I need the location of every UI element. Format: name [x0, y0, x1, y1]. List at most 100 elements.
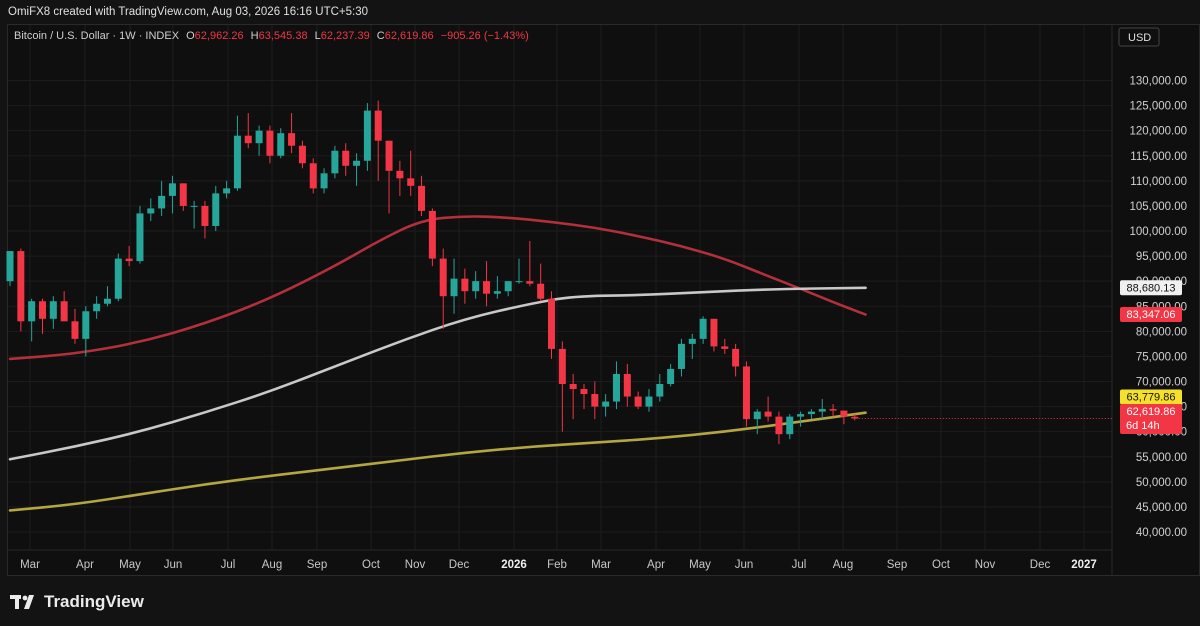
change-value: −905.26 (−1.43%): [440, 30, 529, 42]
time-tick-label: Feb: [547, 559, 567, 571]
price-tick-label: 45,000.00: [1136, 502, 1187, 514]
price-labels: 88,680.13 83,347.06 63,779.86 62,619.86 6d 1…: [858, 280, 1182, 434]
time-tick-label: Jun: [735, 559, 754, 571]
time-axis[interactable]: Mar Apr May Jun Jul Aug Sep Oct Nov Dec 2026 Feb Mar…: [8, 549, 1112, 571]
candle-body: [212, 193, 220, 226]
candle-body: [201, 205, 209, 226]
time-tick-label: Oct: [932, 559, 951, 571]
price-tick-label: 130,000.00: [1129, 76, 1187, 88]
price-tick-label: 40,000.00: [1136, 527, 1187, 539]
candle-body: [797, 414, 805, 417]
candle-body: [17, 251, 25, 322]
price-tick-label: 115,000.00: [1130, 151, 1187, 163]
time-tick-label: Dec: [449, 559, 470, 571]
candle-body: [60, 301, 68, 322]
price-tick-label: 105,000.00: [1129, 201, 1187, 213]
grid-lines: [8, 25, 1112, 550]
time-tick-label: Jun: [164, 559, 183, 571]
time-tick-label: Sep: [887, 559, 907, 571]
candle-body: [667, 368, 675, 385]
price-label-text: 83,347.06: [1127, 309, 1176, 321]
candle-body: [688, 338, 696, 344]
candle-body: [28, 301, 36, 322]
candle-body: [103, 298, 111, 304]
candle-body: [342, 150, 350, 166]
candle-body: [288, 133, 296, 146]
time-tick-label: Apr: [647, 559, 665, 571]
candle-body: [428, 210, 436, 259]
price-tick-label: 125,000.00: [1129, 101, 1187, 113]
candle-body: [742, 366, 750, 420]
candle-body: [125, 258, 133, 262]
candle-body: [374, 110, 382, 141]
brand-name: TradingView: [44, 592, 144, 611]
candle-body: [82, 311, 90, 339]
price-label-text: 88,680.13: [1127, 282, 1176, 294]
candle-body: [526, 281, 534, 284]
candle-body: [331, 150, 339, 174]
candle-body: [569, 384, 577, 390]
price-axis[interactable]: USD 130,000.00 125,000.00 120,000.00 115,000…: [1111, 25, 1187, 576]
low-value: 62,237.39: [320, 30, 370, 42]
time-tick-label: Aug: [262, 559, 282, 571]
tradingview-footer[interactable]: TradingView: [10, 591, 144, 613]
candle-body: [591, 394, 599, 407]
candle-body: [233, 135, 241, 189]
candle-body: [439, 258, 447, 297]
time-tick-label: Mar: [591, 559, 611, 571]
moving-average-line: [8, 411, 867, 512]
time-tick-label: 2026: [501, 559, 527, 571]
high-value: 63,545.38: [258, 30, 308, 42]
candle-body: [764, 411, 772, 417]
time-tick-label: Oct: [362, 559, 381, 571]
candle-body: [114, 258, 122, 299]
price-label-text: 63,779.86: [1127, 392, 1176, 404]
candle-body: [612, 373, 620, 402]
price-tick-label: 120,000.00: [1129, 126, 1187, 138]
price-tick-label: 55,000.00: [1136, 452, 1187, 464]
candle-body: [407, 178, 415, 186]
candles: [6, 100, 859, 445]
price-tick-label: 80,000.00: [1136, 326, 1187, 338]
candle-body: [93, 303, 101, 312]
candle-body: [298, 145, 306, 164]
candle-body: [818, 409, 826, 412]
time-tick-label: May: [689, 559, 711, 571]
candle-body: [656, 384, 664, 397]
price-tick-label: 100,000.00: [1129, 226, 1187, 238]
price-tick-label: 110,000.00: [1130, 176, 1187, 188]
candle-body: [493, 291, 501, 294]
candle-body: [775, 416, 783, 435]
bar-countdown: 6d 14h: [1126, 420, 1160, 432]
candle-body: [504, 281, 512, 292]
candle-body: [807, 411, 815, 415]
candle-body: [753, 411, 761, 420]
moving-average-line: [8, 286, 867, 461]
candle-body: [645, 396, 653, 407]
close-key: C: [376, 30, 385, 42]
candle-body: [190, 205, 198, 207]
candle-body: [558, 348, 566, 385]
candle-body: [580, 389, 588, 395]
candle-body: [396, 170, 404, 179]
candle-body: [623, 373, 631, 397]
candle-body: [38, 301, 46, 319]
candle-body: [309, 163, 317, 189]
time-tick-label: Apr: [76, 559, 94, 571]
close-value: 62,619.86: [384, 30, 434, 42]
price-tick-label: 70,000.00: [1136, 377, 1187, 389]
candle-body: [483, 281, 491, 294]
candle-body: [49, 301, 57, 319]
candle-body: [147, 208, 155, 214]
time-tick-label: Aug: [833, 559, 853, 571]
time-tick-label: Sep: [307, 559, 327, 571]
candlestick-chart[interactable]: USD 130,000.00 125,000.00 120,000.00 115,000…: [0, 0, 1200, 626]
candle-body: [277, 133, 285, 156]
symbol-name: Bitcoin / U.S. Dollar · 1W · INDEX: [14, 30, 180, 42]
time-tick-label: Nov: [975, 559, 996, 571]
price-label-text: 62,619.86: [1127, 406, 1176, 418]
time-tick-label: Dec: [1030, 559, 1051, 571]
candle-body: [179, 183, 187, 206]
candle-body: [851, 416, 859, 419]
candle-body: [537, 283, 545, 299]
